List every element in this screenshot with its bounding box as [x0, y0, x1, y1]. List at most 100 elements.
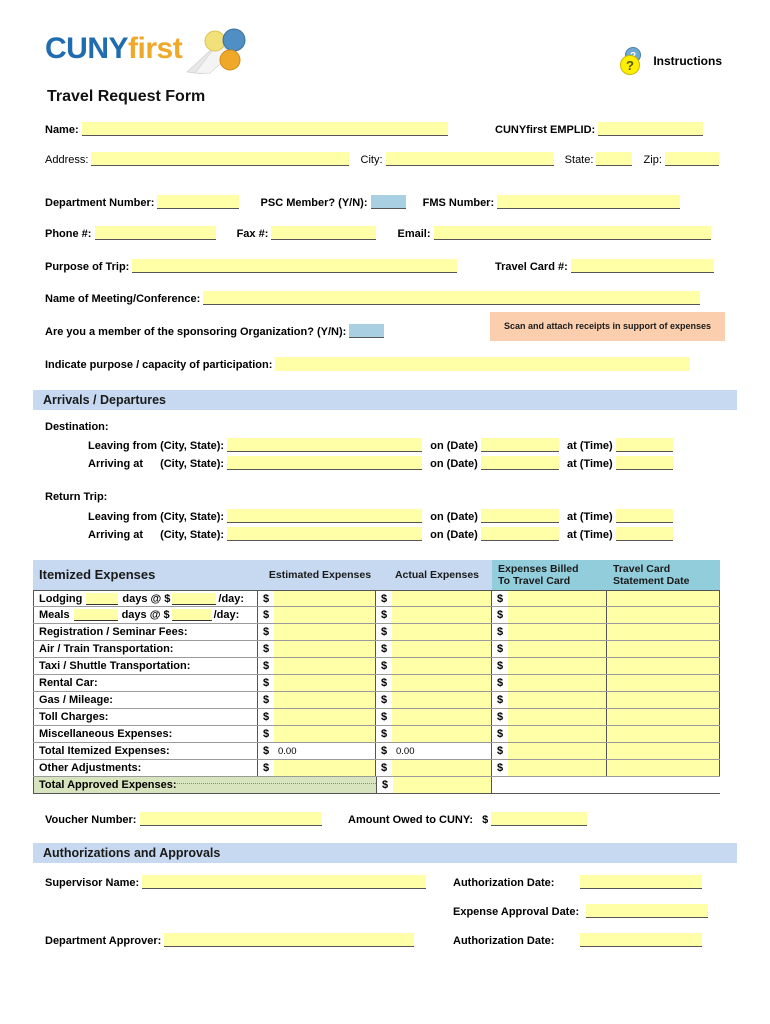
actual-cell[interactable]: $ [376, 658, 492, 674]
department-approver-input[interactable] [164, 933, 415, 947]
authorization-date-label: Authorization Date: [453, 877, 555, 889]
lodging-actual-cell[interactable]: $ [376, 591, 492, 606]
other-adj-actual-cell[interactable]: $ [376, 760, 492, 776]
stmt-cell[interactable] [607, 675, 720, 691]
emplid-input[interactable] [598, 122, 704, 136]
estimated-cell[interactable]: $ [258, 726, 376, 742]
meals-stmt-cell[interactable] [607, 607, 720, 623]
actual-cell[interactable]: $ [376, 675, 492, 691]
meals-actual-cell[interactable]: $ [376, 607, 492, 623]
dest-leaving-city-input[interactable] [227, 438, 423, 452]
travel-card-input[interactable] [570, 259, 714, 273]
fms-number-input[interactable] [497, 195, 681, 209]
lodging-days-input[interactable] [86, 592, 119, 605]
billed-cell[interactable]: $ [492, 692, 607, 708]
estimated-cell[interactable]: $ [258, 624, 376, 640]
destination-label: Destination: [45, 421, 109, 433]
authorization-date-input[interactable] [579, 875, 702, 889]
ret-leaving-date-input[interactable] [480, 509, 559, 523]
billed-cell[interactable]: $ [492, 658, 607, 674]
stmt-cell[interactable] [607, 709, 720, 725]
actual-cell[interactable]: $ [376, 709, 492, 725]
meals-billed-cell[interactable]: $ [492, 607, 607, 623]
meeting-name-input[interactable] [203, 291, 701, 305]
estimated-cell[interactable]: $ [258, 641, 376, 657]
ret-arriving-city-input[interactable] [227, 527, 423, 541]
capacity-label: Indicate purpose / capacity of participa… [45, 359, 273, 371]
meeting-name-label: Name of Meeting/Conference: [45, 293, 201, 305]
dest-leaving-date-input[interactable] [480, 438, 559, 452]
instructions-label: Instructions [653, 54, 722, 68]
currency-symbol: $ [492, 591, 508, 606]
department-number-input[interactable] [157, 195, 240, 209]
billed-cell[interactable]: $ [492, 624, 607, 640]
lodging-rate-input[interactable] [172, 592, 217, 605]
billed-cell[interactable]: $ [492, 726, 607, 742]
ret-leaving-time-input[interactable] [615, 509, 673, 523]
at-time-label: at (Time) [567, 440, 613, 452]
phone-input[interactable] [94, 226, 216, 240]
other-adj-stmt-cell[interactable] [607, 760, 720, 776]
total-itemized-stmt-cell[interactable] [607, 743, 720, 759]
phone-label: Phone #: [45, 228, 92, 240]
lodging-estimated-cell[interactable]: $ [258, 591, 376, 606]
ret-leaving-city-input[interactable] [227, 509, 423, 523]
stmt-cell[interactable] [607, 641, 720, 657]
zip-input[interactable] [664, 152, 719, 166]
capacity-input[interactable] [275, 357, 691, 371]
supervisor-name-input[interactable] [142, 875, 427, 889]
total-approved-value-cell[interactable]: $ [376, 777, 492, 793]
dest-leaving-time-input[interactable] [615, 438, 673, 452]
address-input[interactable] [91, 152, 350, 166]
dest-arriving-time-input[interactable] [615, 456, 673, 470]
question-mark-help-icon[interactable]: ? ? [619, 46, 645, 76]
psc-member-input[interactable] [370, 195, 406, 209]
currency-symbol: $ [492, 709, 508, 725]
table-row: Rental Car: $ $ $ [33, 675, 720, 692]
authorization-date-row: Authorization Date: [453, 875, 702, 889]
city-input[interactable] [385, 152, 554, 166]
stmt-cell[interactable] [607, 692, 720, 708]
other-adj-billed-cell[interactable]: $ [492, 760, 607, 776]
billed-cell[interactable]: $ [492, 641, 607, 657]
lodging-billed-cell[interactable]: $ [492, 591, 607, 606]
supervisor-name-label: Supervisor Name: [45, 877, 140, 889]
estimated-cell[interactable]: $ [258, 675, 376, 691]
billed-cell[interactable]: $ [492, 709, 607, 725]
ret-arriving-time-input[interactable] [615, 527, 673, 541]
email-input[interactable] [433, 226, 711, 240]
actual-cell[interactable]: $ [376, 692, 492, 708]
meals-days-input[interactable] [73, 609, 118, 621]
member-org-input[interactable] [349, 324, 385, 338]
voucher-number-input[interactable] [139, 812, 322, 826]
fax-input[interactable] [271, 226, 377, 240]
estimated-cell[interactable]: $ [258, 709, 376, 725]
dest-arriving-city-input[interactable] [227, 456, 423, 470]
stmt-cell[interactable] [607, 658, 720, 674]
instructions-link[interactable]: ? ? Instructions [619, 46, 722, 76]
total-itemized-billed-cell[interactable]: $ [492, 743, 607, 759]
purpose-of-trip-input[interactable] [132, 259, 458, 273]
actual-cell[interactable]: $ [376, 641, 492, 657]
amount-owed-input[interactable] [491, 812, 588, 826]
stmt-cell[interactable] [607, 624, 720, 640]
state-input[interactable] [596, 152, 633, 166]
actual-cell[interactable]: $ [376, 726, 492, 742]
estimated-cell[interactable]: $ [258, 692, 376, 708]
other-adj-estimated-cell[interactable]: $ [258, 760, 376, 776]
actual-cell[interactable]: $ [376, 624, 492, 640]
authorization-date-2-input[interactable] [579, 933, 702, 947]
meals-estimated-cell[interactable]: $ [258, 607, 376, 623]
meals-rate-input[interactable] [171, 609, 212, 621]
lodging-stmt-cell[interactable] [607, 591, 720, 606]
expense-approval-date-input[interactable] [586, 904, 709, 918]
return-trip-label: Return Trip: [45, 491, 108, 503]
estimated-cell[interactable]: $ [258, 658, 376, 674]
currency-symbol: $ [492, 641, 508, 657]
ret-arriving-date-input[interactable] [480, 527, 559, 541]
billed-cell[interactable]: $ [492, 675, 607, 691]
dest-arriving-date-input[interactable] [480, 456, 559, 470]
name-input[interactable] [81, 122, 448, 136]
itemized-expenses-table: Itemized Expenses Estimated Expenses Act… [33, 560, 720, 794]
stmt-cell[interactable] [607, 726, 720, 742]
